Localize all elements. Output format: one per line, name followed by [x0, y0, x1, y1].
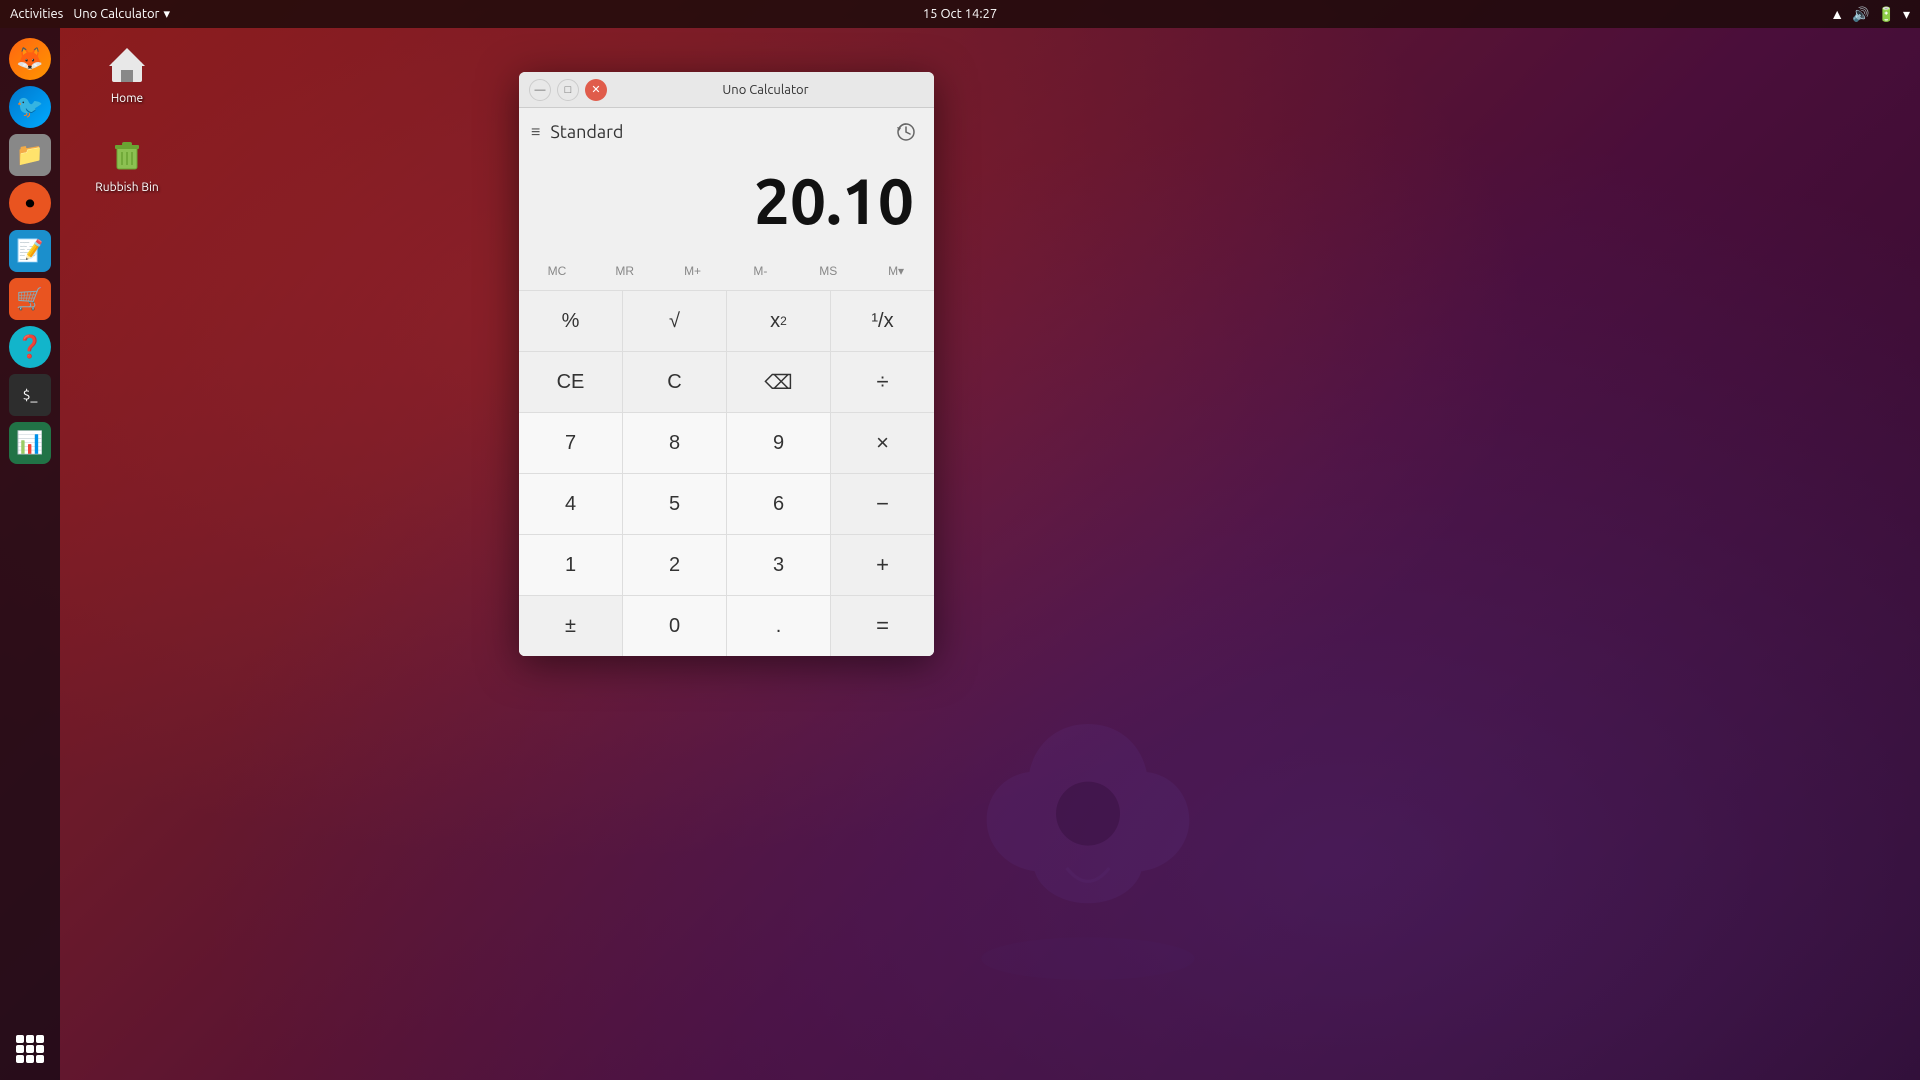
percent-button[interactable]: %: [519, 291, 622, 351]
ms-button[interactable]: MS: [794, 256, 862, 286]
memory-row: MC MR M+ M- MS M▾: [519, 252, 934, 290]
history-button[interactable]: [890, 116, 922, 148]
home-label: Home: [111, 92, 143, 105]
ce-button[interactable]: CE: [519, 352, 622, 412]
terminal-icon: $_: [23, 387, 38, 403]
desktop-icon-rubbish-bin[interactable]: Rubbish Bin: [87, 129, 167, 194]
subtract-button[interactable]: −: [831, 474, 934, 534]
mr-button[interactable]: MR: [591, 256, 659, 286]
multiply-button[interactable]: ×: [831, 413, 934, 473]
minimize-button[interactable]: —: [529, 79, 551, 101]
titlebar-buttons: — □ ✕: [529, 79, 607, 101]
mlist-button[interactable]: M▾: [862, 256, 930, 286]
calc-titlebar: — □ ✕ Uno Calculator: [519, 72, 934, 108]
dock-item-writer[interactable]: 📝: [6, 230, 54, 272]
mc-button[interactable]: MC: [523, 256, 591, 286]
dock-item-spreadsheet[interactable]: 📊: [6, 422, 54, 464]
calc-grid: % √ x2 ¹/x CE C ⌫ ÷ 7 8 9 × 4 5 6 − 1 2 …: [519, 290, 934, 656]
system-menu-arrow[interactable]: ▾: [1903, 6, 1910, 23]
calc-mode-label: Standard: [550, 122, 623, 142]
hamburger-menu-icon[interactable]: ≡: [531, 123, 540, 142]
calc-header: ≡ Standard: [519, 108, 934, 156]
clear-button[interactable]: C: [623, 352, 726, 412]
one-button[interactable]: 1: [519, 535, 622, 595]
home-icon: [103, 40, 151, 88]
writer-icon: 📝: [16, 238, 43, 264]
rubbish-bin-label: Rubbish Bin: [95, 181, 158, 194]
topbar-right: ▲ 🔊 🔋 ▾: [1830, 6, 1910, 23]
active-app-name: Uno Calculator: [73, 7, 159, 21]
close-button[interactable]: ✕: [585, 79, 607, 101]
files-icon: 📁: [16, 142, 43, 168]
rhythmbox-icon: ⏺: [26, 193, 35, 214]
display-value: 20.10: [539, 166, 914, 236]
five-button[interactable]: 5: [623, 474, 726, 534]
backspace-button[interactable]: ⌫: [727, 352, 830, 412]
eight-button[interactable]: 8: [623, 413, 726, 473]
dock-item-firefox[interactable]: 🦊: [6, 38, 54, 80]
app-center-icon: 🛒: [16, 286, 43, 312]
desktop-icon-home[interactable]: Home: [87, 40, 167, 105]
dock-item-thunderbird[interactable]: 🐦: [6, 86, 54, 128]
firefox-icon: 🦊: [16, 46, 43, 72]
app-indicator[interactable]: Uno Calculator ▾: [73, 7, 170, 22]
two-button[interactable]: 2: [623, 535, 726, 595]
topbar: Activities Uno Calculator ▾ 15 Oct 14:27…: [0, 0, 1920, 28]
reciprocal-button[interactable]: ¹/x: [831, 291, 934, 351]
spreadsheet-icon: 📊: [16, 430, 43, 456]
apps-grid-icon: [16, 1035, 44, 1063]
battery-icon: 🔋: [1878, 6, 1895, 23]
history-icon: [896, 122, 916, 142]
add-button[interactable]: +: [831, 535, 934, 595]
mminus-button[interactable]: M-: [727, 256, 795, 286]
calc-display: 20.10: [519, 156, 934, 252]
zero-button[interactable]: 0: [623, 596, 726, 656]
help-icon: ❓: [16, 334, 43, 360]
negate-button[interactable]: ±: [519, 596, 622, 656]
dock-item-rhythmbox[interactable]: ⏺: [6, 182, 54, 224]
three-button[interactable]: 3: [727, 535, 830, 595]
topbar-left: Activities Uno Calculator ▾: [10, 7, 170, 22]
thunderbird-icon: 🐦: [16, 94, 43, 120]
calculator-window: — □ ✕ Uno Calculator ≡ Standard 20.10: [519, 72, 934, 656]
mplus-button[interactable]: M+: [659, 256, 727, 286]
square-button[interactable]: x2: [727, 291, 830, 351]
dock-item-files[interactable]: 📁: [6, 134, 54, 176]
activities-button[interactable]: Activities: [10, 7, 63, 21]
dock-item-terminal[interactable]: $_: [6, 374, 54, 416]
dock-item-help[interactable]: ❓: [6, 326, 54, 368]
nine-button[interactable]: 9: [727, 413, 830, 473]
sqrt-button[interactable]: √: [623, 291, 726, 351]
rubbish-bin-icon: [103, 129, 151, 177]
six-button[interactable]: 6: [727, 474, 830, 534]
topbar-datetime: 15 Oct 14:27: [923, 7, 997, 21]
volume-icon: 🔊: [1852, 6, 1869, 23]
seven-button[interactable]: 7: [519, 413, 622, 473]
dock: 🦊 🐦 📁 ⏺ 📝 🛒 ❓ $_: [0, 28, 60, 1080]
app-indicator-arrow: ▾: [163, 7, 170, 22]
divide-button[interactable]: ÷: [831, 352, 934, 412]
equals-button[interactable]: =: [831, 596, 934, 656]
four-button[interactable]: 4: [519, 474, 622, 534]
decimal-button[interactable]: .: [727, 596, 830, 656]
wifi-icon: ▲: [1830, 6, 1844, 22]
dock-item-apps-grid[interactable]: [6, 1028, 54, 1070]
dock-item-app-center[interactable]: 🛒: [6, 278, 54, 320]
calc-body: ≡ Standard 20.10 MC MR M+ M- MS M▾: [519, 108, 934, 656]
window-title: Uno Calculator: [607, 83, 924, 97]
maximize-button[interactable]: □: [557, 79, 579, 101]
